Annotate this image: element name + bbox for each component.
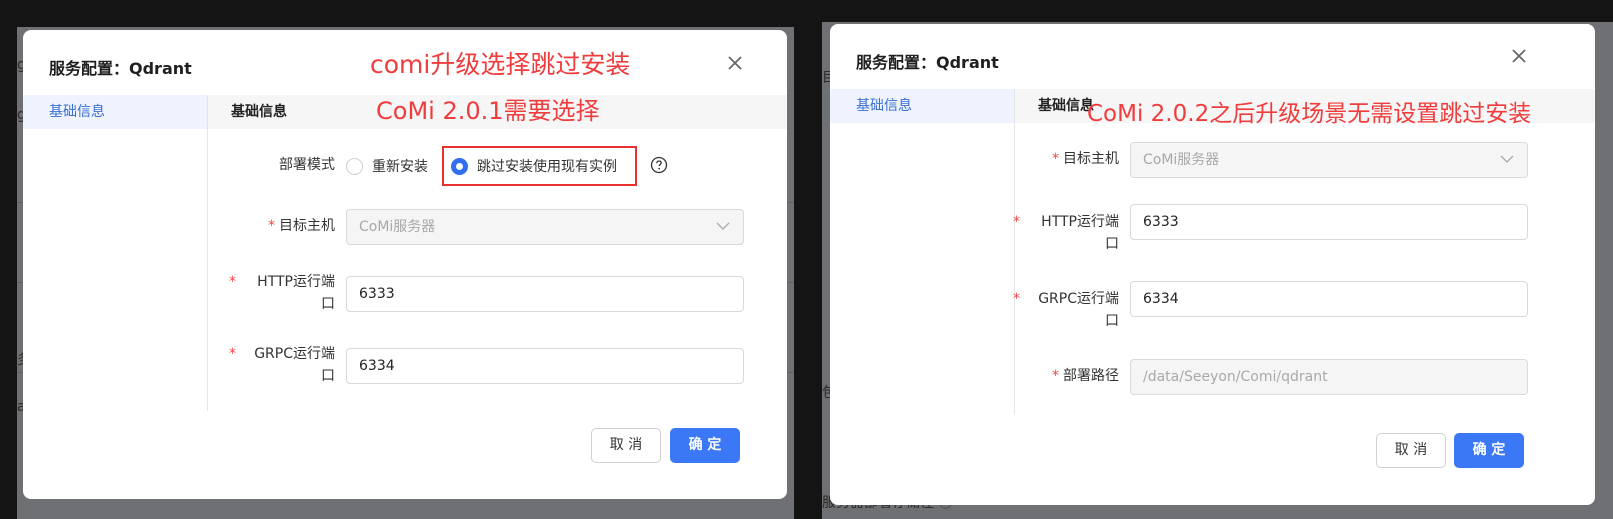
sidebar-item-basic-info[interactable]: 基础信息 [830, 89, 1014, 123]
target-host-select[interactable]: CoMi服务器 [1130, 142, 1528, 178]
dialog-title: 服务配置：Qdrant [856, 53, 999, 72]
http-port-label: HTTP运行端口 [1041, 214, 1119, 252]
annotation-text: CoMi 2.0.2之后升级场景无需设置跳过安装 [1087, 101, 1532, 127]
annotation-text: CoMi 2.0.1需要选择 [376, 97, 600, 125]
close-button[interactable] [724, 52, 746, 74]
chevron-down-icon [1500, 155, 1514, 163]
grpc-port-input[interactable]: 6334 [346, 348, 744, 384]
close-icon [728, 56, 742, 70]
target-host-label: * 目标主机 [1052, 151, 1119, 167]
http-port-input[interactable]: 6333 [346, 276, 744, 312]
cancel-button[interactable]: 取 消 [1376, 433, 1446, 468]
deploy-path-label: * 部署路径 [1052, 368, 1119, 384]
target-host-label: * 目标主机 [268, 218, 335, 234]
radio-dot [346, 157, 363, 175]
radio-reinstall-label: 重新安装 [372, 159, 428, 175]
radio-skip-install[interactable]: 跳过安装使用现有实例 [451, 156, 617, 176]
grpc-port-label: GRPC运行端口 [254, 346, 335, 384]
service-config-dialog-right: 服务配置：Qdrant 基础信息 基础信息 CoMi 2.0.2之后升级场景无需… [830, 24, 1595, 505]
radio-dot-selected [451, 157, 468, 175]
http-port-input[interactable]: 6333 [1130, 204, 1528, 240]
chevron-down-icon [716, 222, 730, 230]
radio-skip-label: 跳过安装使用现有实例 [477, 159, 617, 175]
target-host-select[interactable]: CoMi服务器 [346, 209, 744, 245]
radio-reinstall[interactable]: 重新安装 [346, 156, 428, 176]
grpc-port-input[interactable]: 6334 [1130, 281, 1528, 317]
question-circle-icon[interactable] [650, 156, 668, 174]
close-icon [1512, 49, 1526, 63]
dialog-title: 服务配置：Qdrant [49, 59, 192, 78]
cancel-button[interactable]: 取 消 [591, 428, 661, 463]
confirm-button[interactable]: 确 定 [670, 428, 740, 463]
http-port-label: HTTP运行端口 [257, 274, 335, 312]
close-button[interactable] [1508, 45, 1530, 67]
confirm-button[interactable]: 确 定 [1454, 433, 1524, 468]
sidebar-item-basic-info[interactable]: 基础信息 [23, 95, 207, 129]
sidebar: 基础信息 [830, 89, 1020, 123]
deploy-mode-label: 部署模式 [279, 157, 335, 173]
deploy-path-input[interactable]: /data/Seeyon/Comi/qdrant [1130, 359, 1528, 395]
service-config-dialog-left: 服务配置：Qdrant comi升级选择跳过安装 基础信息 基础信息 CoMi … [23, 30, 787, 499]
sidebar: 基础信息 [23, 95, 213, 129]
annotation-text: comi升级选择跳过安装 [370, 50, 631, 79]
grpc-port-label: GRPC运行端口 [1038, 291, 1119, 329]
